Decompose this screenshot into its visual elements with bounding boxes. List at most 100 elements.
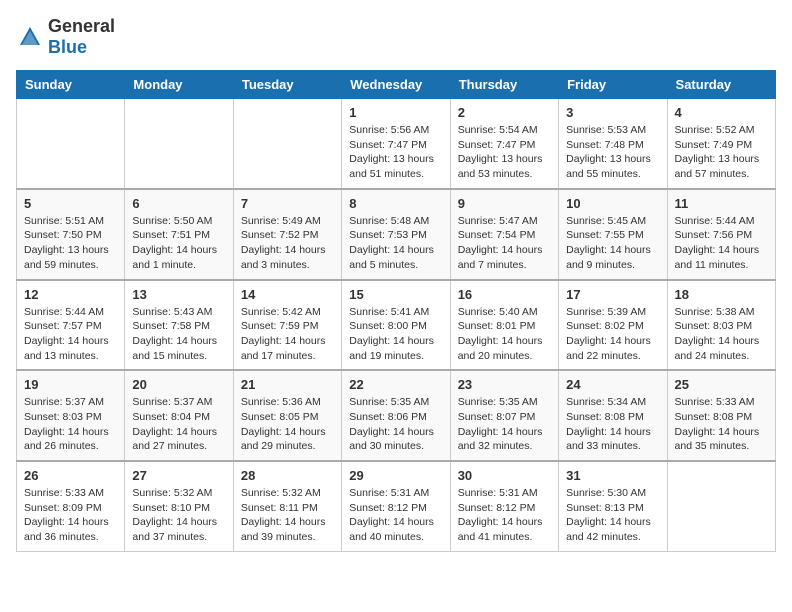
day-info-line: Daylight: 14 hours xyxy=(349,425,442,440)
day-info-line: Sunrise: 5:38 AM xyxy=(675,305,768,320)
day-info-line: Daylight: 14 hours xyxy=(675,243,768,258)
day-info-line: Daylight: 13 hours xyxy=(566,152,659,167)
day-info-line: Sunset: 8:04 PM xyxy=(132,410,225,425)
day-info-line: Sunrise: 5:32 AM xyxy=(132,486,225,501)
day-info-line: Sunset: 8:07 PM xyxy=(458,410,551,425)
day-info-line: Sunset: 7:48 PM xyxy=(566,138,659,153)
calendar-cell: 15Sunrise: 5:41 AMSunset: 8:00 PMDayligh… xyxy=(342,280,450,371)
day-info-line: Sunrise: 5:31 AM xyxy=(458,486,551,501)
day-number: 7 xyxy=(241,196,334,211)
day-info-line: Sunrise: 5:33 AM xyxy=(24,486,117,501)
calendar-cell: 19Sunrise: 5:37 AMSunset: 8:03 PMDayligh… xyxy=(17,370,125,461)
day-info-line: and 11 minutes. xyxy=(675,258,768,273)
day-info-line: and 36 minutes. xyxy=(24,530,117,545)
day-info-line: Sunrise: 5:35 AM xyxy=(349,395,442,410)
calendar-cell: 14Sunrise: 5:42 AMSunset: 7:59 PMDayligh… xyxy=(233,280,341,371)
day-info-line: and 42 minutes. xyxy=(566,530,659,545)
day-number: 9 xyxy=(458,196,551,211)
day-header-sunday: Sunday xyxy=(17,71,125,99)
calendar-cell: 11Sunrise: 5:44 AMSunset: 7:56 PMDayligh… xyxy=(667,189,775,280)
day-info-line: and 39 minutes. xyxy=(241,530,334,545)
day-info-line: Daylight: 14 hours xyxy=(566,243,659,258)
day-info-line: Sunset: 7:54 PM xyxy=(458,228,551,243)
day-info-line: Sunrise: 5:44 AM xyxy=(675,214,768,229)
logo-general-text: General xyxy=(48,16,115,36)
week-row-2: 5Sunrise: 5:51 AMSunset: 7:50 PMDaylight… xyxy=(17,189,776,280)
day-info-line: Sunset: 7:56 PM xyxy=(675,228,768,243)
day-info-line: Sunrise: 5:47 AM xyxy=(458,214,551,229)
day-info-line: and 15 minutes. xyxy=(132,349,225,364)
calendar-cell: 9Sunrise: 5:47 AMSunset: 7:54 PMDaylight… xyxy=(450,189,558,280)
day-info-line: Sunset: 8:01 PM xyxy=(458,319,551,334)
day-header-wednesday: Wednesday xyxy=(342,71,450,99)
day-info-line: and 7 minutes. xyxy=(458,258,551,273)
day-info-line: Sunrise: 5:50 AM xyxy=(132,214,225,229)
day-info-line: Sunset: 7:47 PM xyxy=(458,138,551,153)
day-info-line: Sunset: 8:02 PM xyxy=(566,319,659,334)
day-info-line: Sunrise: 5:33 AM xyxy=(675,395,768,410)
day-info-line: and 24 minutes. xyxy=(675,349,768,364)
day-number: 3 xyxy=(566,105,659,120)
day-number: 28 xyxy=(241,468,334,483)
day-info-line: Sunset: 8:00 PM xyxy=(349,319,442,334)
day-number: 13 xyxy=(132,287,225,302)
calendar-cell: 10Sunrise: 5:45 AMSunset: 7:55 PMDayligh… xyxy=(559,189,667,280)
day-number: 27 xyxy=(132,468,225,483)
day-info-line: Sunset: 7:47 PM xyxy=(349,138,442,153)
day-header-saturday: Saturday xyxy=(667,71,775,99)
week-row-3: 12Sunrise: 5:44 AMSunset: 7:57 PMDayligh… xyxy=(17,280,776,371)
day-header-monday: Monday xyxy=(125,71,233,99)
calendar-cell: 28Sunrise: 5:32 AMSunset: 8:11 PMDayligh… xyxy=(233,461,341,551)
day-info-line: Daylight: 14 hours xyxy=(241,515,334,530)
day-info-line: Sunset: 8:08 PM xyxy=(566,410,659,425)
day-number: 1 xyxy=(349,105,442,120)
day-info-line: Daylight: 14 hours xyxy=(675,334,768,349)
day-info-line: and 30 minutes. xyxy=(349,439,442,454)
day-info-line: Sunset: 7:58 PM xyxy=(132,319,225,334)
day-info-line: Daylight: 14 hours xyxy=(241,243,334,258)
day-info-line: Sunrise: 5:52 AM xyxy=(675,123,768,138)
day-info-line: Sunrise: 5:37 AM xyxy=(24,395,117,410)
day-info-line: and 27 minutes. xyxy=(132,439,225,454)
day-header-thursday: Thursday xyxy=(450,71,558,99)
day-number: 31 xyxy=(566,468,659,483)
day-number: 10 xyxy=(566,196,659,211)
day-info-line: Sunset: 8:08 PM xyxy=(675,410,768,425)
day-info-line: Daylight: 14 hours xyxy=(349,515,442,530)
calendar-cell: 16Sunrise: 5:40 AMSunset: 8:01 PMDayligh… xyxy=(450,280,558,371)
day-info-line: Sunrise: 5:51 AM xyxy=(24,214,117,229)
day-info-line: Sunset: 8:03 PM xyxy=(675,319,768,334)
day-info-line: and 32 minutes. xyxy=(458,439,551,454)
calendar-cell: 18 Sunrise: 5:38 AMSunset: 8:03 PMDayligh… xyxy=(667,280,775,371)
day-info-line: Sunrise: 5:56 AM xyxy=(349,123,442,138)
day-info-line: Daylight: 14 hours xyxy=(132,515,225,530)
day-info-line: Daylight: 14 hours xyxy=(458,334,551,349)
day-number: 26 xyxy=(24,468,117,483)
day-info-line: Sunrise: 5:39 AM xyxy=(566,305,659,320)
day-info-line: and 20 minutes. xyxy=(458,349,551,364)
calendar-cell: 7Sunrise: 5:49 AMSunset: 7:52 PMDaylight… xyxy=(233,189,341,280)
day-number: 18 xyxy=(675,287,768,302)
day-info-line: Daylight: 14 hours xyxy=(566,425,659,440)
day-info-line: Sunrise: 5:31 AM xyxy=(349,486,442,501)
day-header-row: SundayMondayTuesdayWednesdayThursdayFrid… xyxy=(17,71,776,99)
day-number: 16 xyxy=(458,287,551,302)
calendar-cell: 31Sunrise: 5:30 AMSunset: 8:13 PMDayligh… xyxy=(559,461,667,551)
day-info-line: Daylight: 13 hours xyxy=(675,152,768,167)
page-header: General Blue xyxy=(16,16,776,58)
day-info-line: Daylight: 13 hours xyxy=(458,152,551,167)
day-info-line: and 9 minutes. xyxy=(566,258,659,273)
day-info-line: Daylight: 14 hours xyxy=(675,425,768,440)
calendar-cell: 2Sunrise: 5:54 AMSunset: 7:47 PMDaylight… xyxy=(450,99,558,189)
day-info-line: Daylight: 14 hours xyxy=(458,425,551,440)
day-number: 29 xyxy=(349,468,442,483)
day-header-tuesday: Tuesday xyxy=(233,71,341,99)
calendar-cell xyxy=(17,99,125,189)
day-info-line: and 37 minutes. xyxy=(132,530,225,545)
week-row-4: 19Sunrise: 5:37 AMSunset: 8:03 PMDayligh… xyxy=(17,370,776,461)
day-info-line: Daylight: 13 hours xyxy=(349,152,442,167)
calendar-cell xyxy=(125,99,233,189)
day-info-line: Sunrise: 5:37 AM xyxy=(132,395,225,410)
day-info-line: Sunset: 7:50 PM xyxy=(24,228,117,243)
day-info-line: Daylight: 14 hours xyxy=(241,334,334,349)
